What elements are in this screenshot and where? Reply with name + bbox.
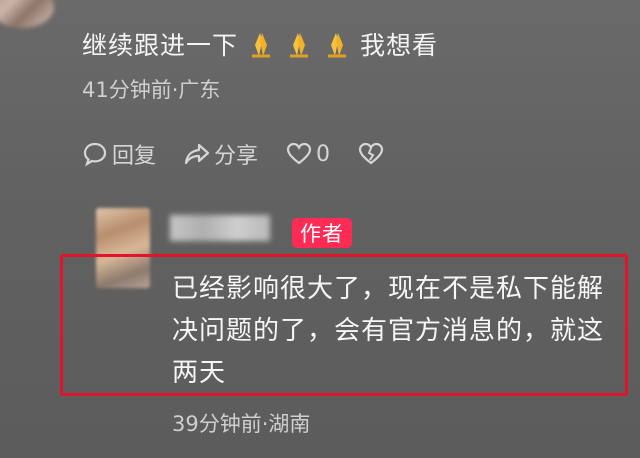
like-button[interactable]: 0 [286,141,330,167]
comment-body-suffix: 我想看 [360,31,439,60]
reply-username[interactable] [170,215,270,241]
prayer-hands-icon [284,29,314,59]
comment-text: 继续跟进一下 我想看 [82,26,438,62]
author-badge: 作者 [292,218,352,248]
prayer-hands-icon [246,29,276,59]
share-label: 分享 [214,144,259,169]
reply-label: 回复 [112,144,157,169]
share-arrow-icon [184,143,210,165]
share-button[interactable]: 分享 [184,138,258,170]
broken-heart-icon [358,142,384,165]
avatar[interactable] [0,0,54,28]
comment-body: 继续跟进一下 [82,31,239,60]
reply-meta: 39分钟前·湖南 [172,412,311,436]
prayer-hands-icon [322,29,352,59]
reply-button[interactable]: 回复 [82,138,156,170]
comment-meta: 41分钟前·广东 [82,78,221,102]
comment-actions: 回复 分享 0 [82,138,412,170]
speech-bubble-icon [83,142,107,167]
like-count: 0 [316,141,331,167]
reply-text: 已经影响很大了，现在不是私下能解决问题的了，会有官方消息的，就这两天 [172,274,605,388]
heart-icon [286,142,312,165]
dislike-button[interactable] [358,141,384,167]
